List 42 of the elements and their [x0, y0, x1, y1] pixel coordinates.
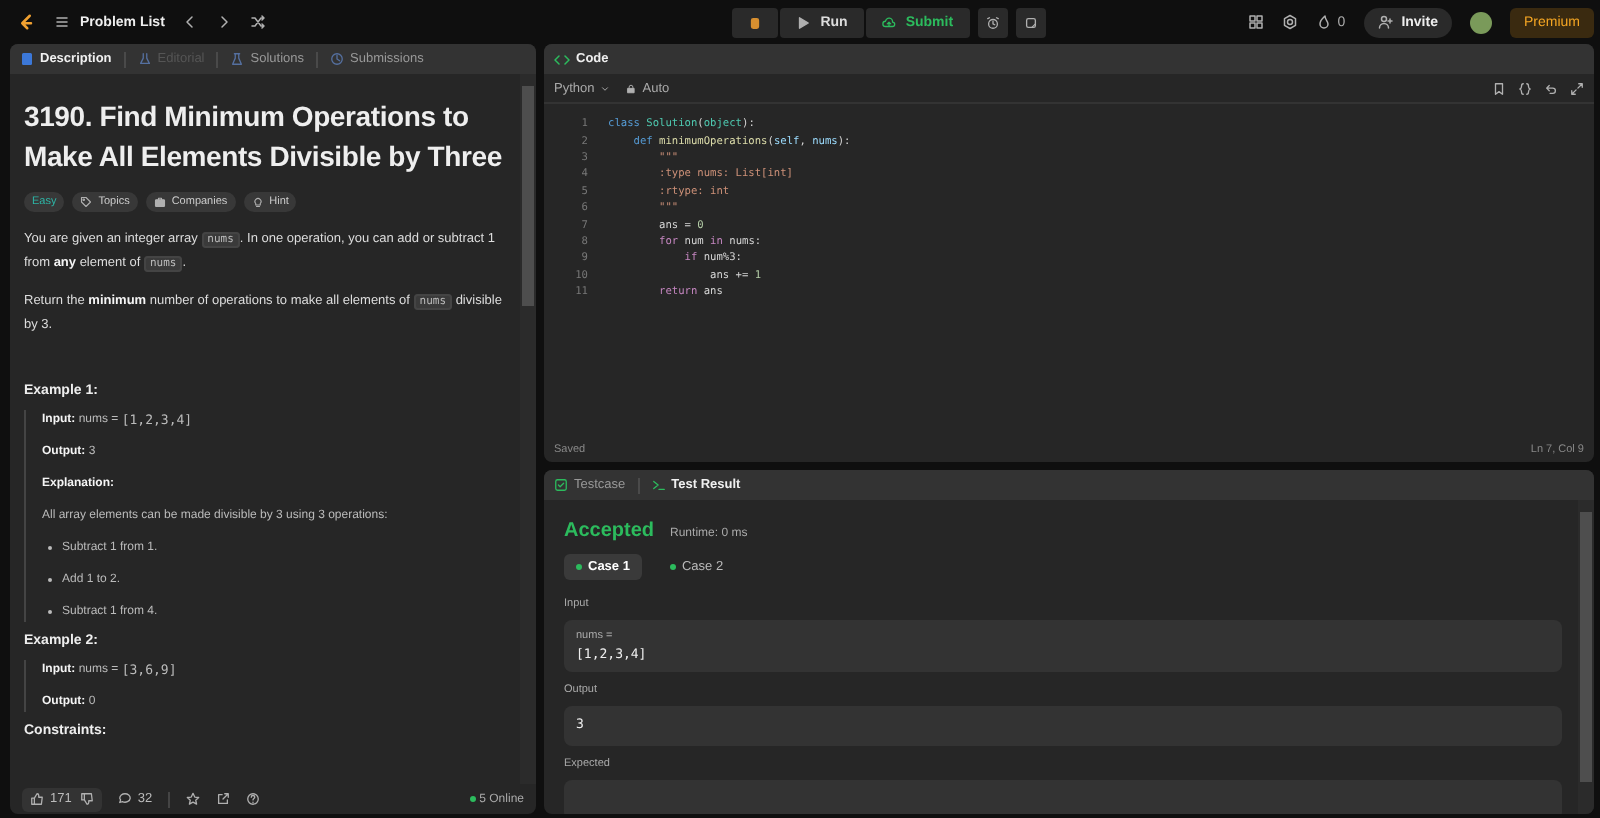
logo-icon[interactable] — [16, 12, 36, 32]
add-person-icon — [1377, 14, 1394, 30]
settings-icon[interactable] — [1281, 14, 1298, 30]
list-icon — [54, 14, 70, 30]
braces-icon[interactable] — [1518, 81, 1532, 95]
notes-button[interactable] — [1015, 7, 1046, 37]
play-icon — [796, 15, 811, 29]
next-icon[interactable] — [216, 14, 233, 30]
chevron-down-icon — [600, 83, 611, 93]
timer-button[interactable] — [977, 7, 1008, 37]
reset-icon[interactable] — [1544, 81, 1558, 95]
lock-icon — [626, 83, 637, 93]
comment-icon — [117, 792, 132, 806]
expand-icon[interactable] — [1570, 81, 1584, 95]
beaker-icon — [230, 52, 245, 66]
lightbulb-icon — [251, 196, 264, 208]
thumbs-down-icon[interactable] — [79, 792, 94, 806]
alarm-clock-icon — [985, 15, 1000, 29]
shuffle-icon[interactable] — [250, 14, 267, 30]
cloud-upload-icon — [881, 15, 896, 29]
flask-icon — [137, 52, 152, 66]
star-icon[interactable] — [186, 792, 201, 806]
bookmark-icon[interactable] — [1492, 81, 1506, 95]
grid-icon[interactable] — [1247, 14, 1264, 30]
scrollbar[interactable] — [1578, 500, 1594, 814]
problem-title: 3190. Find Minimum Operations to Make All Elements Divisible by Three — [24, 98, 504, 176]
note-icon — [1023, 15, 1038, 29]
briefcase-icon — [153, 196, 166, 208]
checkbox-icon — [554, 478, 568, 492]
debug-button[interactable] — [732, 7, 779, 37]
thumbs-up-icon — [30, 792, 44, 806]
terminal-icon — [651, 478, 666, 492]
clock-icon — [330, 52, 344, 66]
verdict-label: Accepted — [564, 520, 655, 542]
avatar[interactable] — [1469, 11, 1492, 33]
document-icon — [20, 52, 34, 66]
code-icon — [554, 51, 570, 67]
help-icon[interactable] — [246, 792, 261, 806]
share-icon[interactable] — [216, 792, 231, 806]
tag-icon — [80, 196, 93, 208]
previous-icon[interactable] — [182, 14, 199, 30]
scrollbar[interactable] — [520, 74, 536, 784]
